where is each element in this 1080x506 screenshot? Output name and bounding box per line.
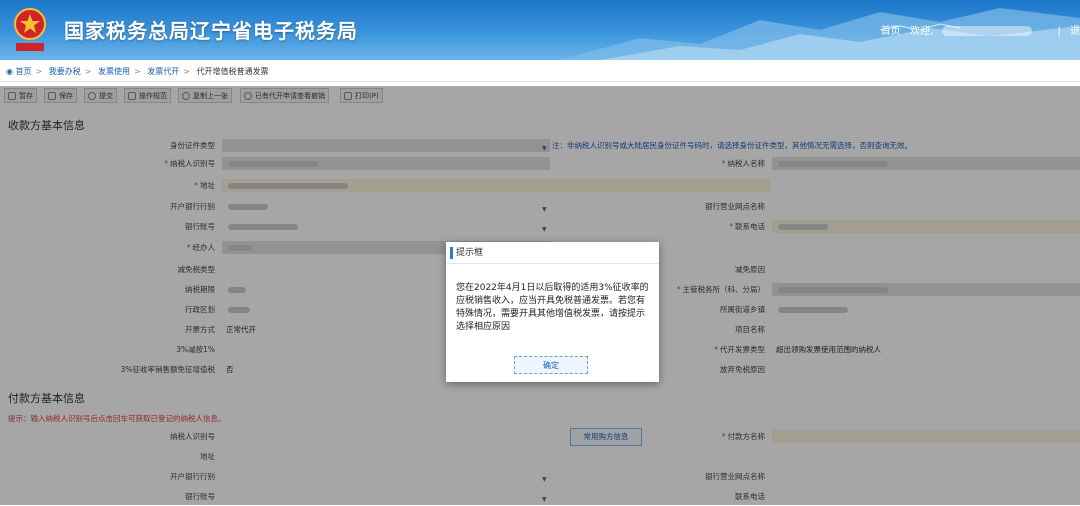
user-name-redacted [942, 26, 1033, 36]
breadcrumb-invoice-issue[interactable]: 发票代开 [147, 67, 179, 76]
breadcrumb-tax[interactable]: 我要办税 [49, 67, 81, 76]
header-divider: | [1057, 26, 1061, 37]
logout-link[interactable]: 退 [1070, 26, 1080, 37]
welcome-text: 欢迎, [909, 26, 934, 37]
location-pin-icon: ◉ [6, 67, 13, 76]
header-links: 首页 欢迎, | 退 [875, 22, 1080, 37]
dialog-message: 您在2022年4月1日以后取得的适用3%征收率的应税销售收入，应当开具免税普通发… [456, 283, 649, 332]
ok-button[interactable]: 确定 [514, 356, 588, 374]
breadcrumb: ◉ 首页 > 我要办税 > 发票使用 > 发票代开 > 代开增值税普通发票 [0, 62, 1080, 82]
site-title: 国家税务总局辽宁省电子税务局 [64, 19, 358, 43]
site-header: 国家税务总局辽宁省电子税务局 首页 欢迎, | 退 [0, 0, 1080, 60]
breadcrumb-home[interactable]: 首页 [16, 67, 32, 76]
breadcrumb-current: 代开增值税普通发票 [196, 67, 269, 76]
breadcrumb-invoice-use[interactable]: 发票使用 [98, 67, 130, 76]
dialog-title: 提示框 [446, 242, 659, 264]
home-link[interactable]: 首页 [881, 26, 901, 37]
national-emblem-icon [14, 8, 46, 51]
alert-dialog: 提示框 您在2022年4月1日以后取得的适用3%征收率的应税销售收入，应当开具免… [446, 242, 659, 382]
